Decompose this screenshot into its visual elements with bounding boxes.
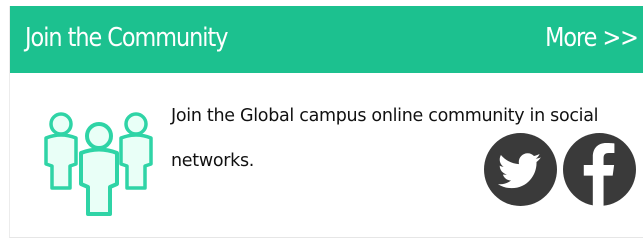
twitter-icon[interactable] — [484, 133, 557, 206]
more-link[interactable]: More >> — [545, 20, 639, 56]
widget-title: Join the Community — [25, 23, 228, 53]
widget-header: Join the Community More >> — [10, 6, 643, 73]
facebook-icon[interactable] — [563, 133, 636, 206]
page: Join the Community More >> Join the Glob… — [0, 0, 643, 243]
community-people-icon — [44, 112, 153, 216]
community-widget: Join the Community More >> Join the Glob… — [9, 6, 643, 238]
community-description: Join the Global campus online community … — [171, 106, 599, 171]
